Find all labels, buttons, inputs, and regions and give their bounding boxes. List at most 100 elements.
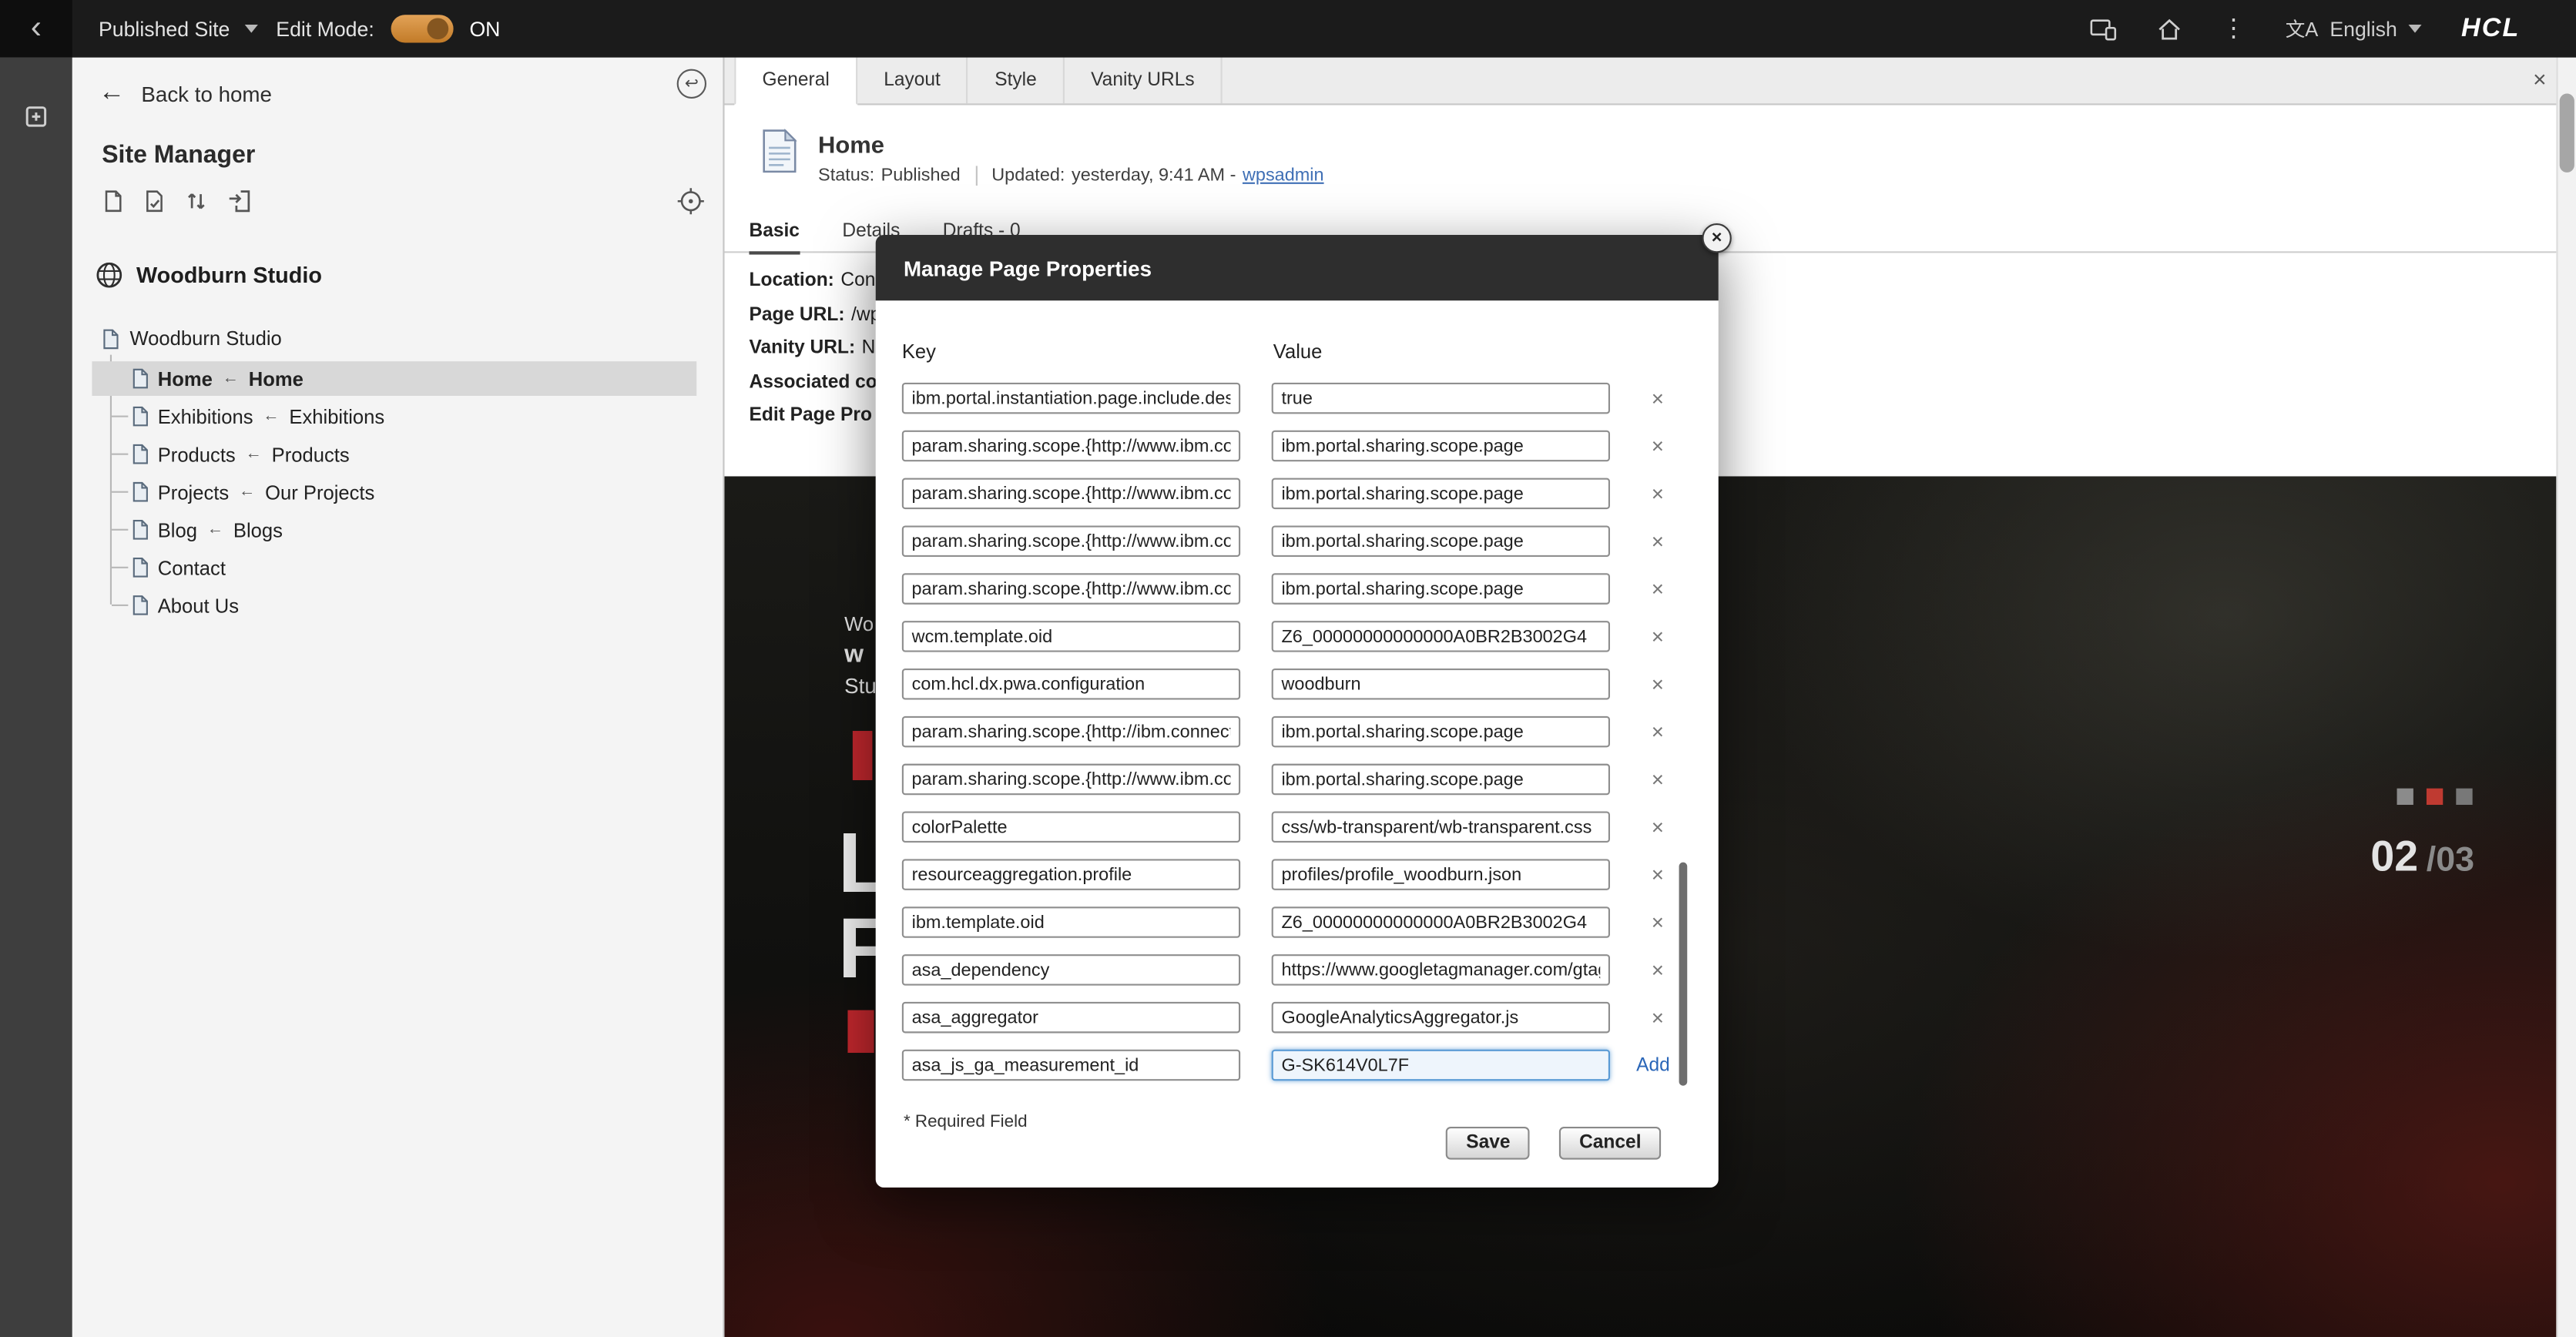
hero-text-fragment: w (844, 641, 864, 668)
language-selector[interactable]: 文A English (2286, 15, 2422, 42)
add-row-button[interactable]: Add (1636, 1055, 1670, 1075)
property-row: × (902, 431, 1670, 462)
property-key-input[interactable] (902, 525, 1240, 557)
modal-close-button[interactable]: × (1702, 223, 1731, 253)
remove-row-button[interactable]: × (1648, 910, 1668, 934)
property-key-input[interactable] (902, 621, 1240, 652)
edit-mode-control: Edit Mode: ON (276, 0, 500, 58)
save-button[interactable]: Save (1447, 1127, 1530, 1160)
remove-row-button[interactable]: × (1648, 577, 1668, 601)
property-value-input[interactable] (1272, 668, 1610, 700)
site-header[interactable]: Woodburn Studio (96, 261, 322, 289)
close-icon[interactable]: × (2533, 65, 2546, 92)
property-key-input[interactable] (902, 764, 1240, 796)
remove-row-button[interactable]: × (1648, 481, 1668, 506)
property-value-input[interactable] (1272, 573, 1610, 605)
status-label: Status: (818, 166, 874, 186)
main-scrollbar[interactable] (2556, 58, 2576, 1337)
remove-row-button[interactable]: × (1648, 767, 1668, 792)
property-value-input[interactable] (1272, 525, 1610, 557)
property-value-input[interactable] (1272, 431, 1610, 462)
tab-layout[interactable]: Layout (857, 58, 968, 104)
property-value-input[interactable] (1272, 812, 1610, 843)
tab-general[interactable]: General (734, 58, 857, 106)
property-value-input[interactable] (1272, 954, 1610, 986)
map-arrow-icon: ← (246, 445, 262, 463)
new-page-icon[interactable] (102, 189, 125, 213)
home-icon[interactable] (2157, 17, 2182, 40)
back-to-home-link[interactable]: ← Back to home (99, 81, 272, 107)
tree-item-blog[interactable]: Blog ← Blogs (92, 512, 696, 547)
page-icon (132, 406, 149, 427)
scrollbar-thumb[interactable] (2560, 94, 2574, 173)
property-value-input[interactable] (1272, 478, 1610, 510)
property-value-input[interactable] (1272, 1002, 1610, 1034)
carousel-indicator-active[interactable] (2427, 789, 2443, 805)
page-title: Home (818, 133, 884, 159)
locate-page-icon[interactable] (677, 187, 705, 215)
modal-scrollbar-thumb[interactable] (1679, 863, 1688, 1086)
tree-item-name: Contact (158, 556, 226, 579)
remove-row-button[interactable]: × (1648, 434, 1668, 458)
remove-row-button[interactable]: × (1648, 672, 1668, 696)
sidebar-toolbar (102, 189, 251, 213)
tree-item-projects[interactable]: Projects ← Our Projects (92, 474, 696, 509)
property-key-input[interactable] (902, 1002, 1240, 1034)
tree-item-exhibitions[interactable]: Exhibitions ← Exhibitions (92, 399, 696, 434)
tree-item-home[interactable]: Home ← Home (92, 361, 696, 396)
tree-item-contact[interactable]: Contact (92, 550, 696, 585)
preview-icon[interactable] (2090, 17, 2118, 40)
carousel-indicator[interactable] (2456, 789, 2472, 805)
site-manager-sidebar: ← Back to home ↩ Site Manager (72, 58, 725, 1337)
remove-row-button[interactable]: × (1648, 624, 1668, 648)
remove-row-button[interactable]: × (1648, 1005, 1668, 1030)
remove-row-button[interactable]: × (1648, 529, 1668, 554)
published-site-dropdown[interactable]: Published Site (99, 0, 258, 58)
property-value-input[interactable] (1272, 906, 1610, 938)
overflow-menu-icon[interactable]: ⋮ (2222, 16, 2246, 41)
property-value-input[interactable] (1272, 716, 1610, 748)
remove-row-button[interactable]: × (1648, 957, 1668, 982)
property-key-input[interactable] (902, 573, 1240, 605)
add-page-icon[interactable] (20, 100, 53, 133)
key-column-header: Key (902, 340, 1273, 363)
property-value-input[interactable] (1272, 859, 1610, 890)
hero-text-fragment: Wo (844, 612, 874, 635)
page-details: Location:Con Page URL:/wp Vanity URL:N A… (749, 271, 884, 440)
property-value-input[interactable] (1272, 383, 1610, 414)
property-key-input[interactable] (902, 859, 1240, 890)
tree-item-products[interactable]: Products ← Products (92, 437, 696, 471)
move-page-icon[interactable] (184, 189, 209, 213)
edit-page-icon[interactable] (143, 189, 166, 213)
property-key-input[interactable] (902, 668, 1240, 700)
edit-mode-toggle[interactable] (391, 15, 453, 42)
tab-style[interactable]: Style (968, 58, 1065, 104)
import-page-icon[interactable] (226, 189, 251, 213)
tree-item-about-us[interactable]: About Us (92, 588, 696, 622)
updated-user-link[interactable]: wpsadmin (1243, 166, 1324, 186)
property-row: × (902, 716, 1670, 748)
property-key-input[interactable] (902, 716, 1240, 748)
property-value-input[interactable] (1272, 621, 1610, 652)
carousel-indicator[interactable] (2397, 789, 2413, 805)
property-value-input[interactable] (1272, 764, 1610, 796)
subtab-basic[interactable]: Basic (749, 210, 799, 255)
left-rail (0, 58, 72, 1337)
tree-root[interactable]: Woodburn Studio (102, 322, 282, 355)
property-key-input[interactable] (902, 478, 1240, 510)
restore-icon[interactable]: ↩ (677, 69, 706, 99)
remove-row-button[interactable]: × (1648, 386, 1668, 410)
tab-vanity-urls[interactable]: Vanity URLs (1065, 58, 1223, 104)
property-key-input[interactable] (902, 383, 1240, 414)
property-key-input[interactable] (902, 906, 1240, 938)
back-button[interactable]: ‹ (0, 0, 72, 58)
property-key-input[interactable] (902, 954, 1240, 986)
remove-row-button[interactable]: × (1648, 815, 1668, 839)
remove-row-button[interactable]: × (1648, 863, 1668, 887)
property-value-input[interactable] (1272, 1050, 1610, 1081)
property-key-input[interactable] (902, 812, 1240, 843)
cancel-button[interactable]: Cancel (1559, 1127, 1661, 1160)
remove-row-button[interactable]: × (1648, 719, 1668, 744)
property-key-input[interactable] (902, 1050, 1240, 1081)
property-key-input[interactable] (902, 431, 1240, 462)
